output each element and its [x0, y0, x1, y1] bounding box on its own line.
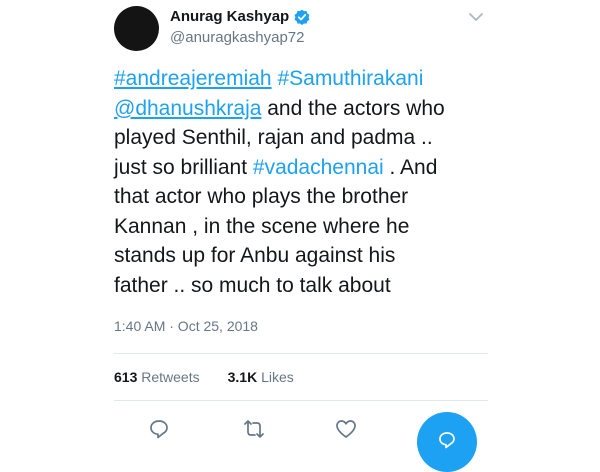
- retweets-count: 613: [114, 369, 138, 385]
- likes-count: 3.1K: [227, 369, 258, 385]
- tweet-text: #andreajeremiah #Samuthirakani @dhanushkr…: [114, 64, 494, 300]
- tweet-text-segment: . And: [383, 155, 438, 179]
- likes-label: Likes: [257, 369, 294, 385]
- hashtag-link[interactable]: #Samuthirakani: [277, 67, 423, 90]
- hashtag-link[interactable]: #andreajeremiah: [114, 67, 272, 90]
- likes-stat[interactable]: 3.1K Likes: [228, 369, 294, 385]
- compose-icon: [439, 432, 455, 449]
- tweet-text-segment: and the actors who: [261, 96, 445, 120]
- retweets-label: Retweets: [137, 369, 200, 385]
- mention-link[interactable]: @dhanushkraja: [114, 97, 261, 120]
- tweet-text-segment: father .. so much to talk about: [114, 273, 391, 297]
- hashtag-link[interactable]: #vadachennai: [253, 156, 384, 179]
- retweet-icon[interactable]: [241, 418, 267, 440]
- heart-icon[interactable]: [335, 418, 357, 440]
- compose-button[interactable]: [417, 412, 477, 472]
- author-name-row[interactable]: Anurag Kashyap: [170, 8, 310, 25]
- tweet-text-line: just so brilliant #vadachennai . And: [114, 153, 494, 183]
- tweet-text-segment: stands up for Anbu against his: [114, 244, 396, 267]
- tweet-text-segment: Kannan , in the scene where he: [114, 214, 410, 238]
- chevron-down-icon[interactable]: [468, 10, 484, 22]
- tweet-text-line: @dhanushkraja and the actors who: [114, 94, 494, 124]
- author-handle[interactable]: @anuragkashyap72: [170, 29, 305, 46]
- tweet-text-segment: that actor who plays the brother: [114, 185, 409, 208]
- reply-icon[interactable]: [148, 418, 170, 440]
- tweet-stats: 613 Retweets 3.1K Likes: [114, 369, 294, 385]
- tweet-text-line: played Senthil, rajan and padma ..: [114, 123, 494, 153]
- tweet-actions: [0, 418, 600, 442]
- tweet-text-segment: just so brilliant: [114, 155, 253, 179]
- tweet-text-line: Kannan , in the scene where he: [114, 212, 494, 242]
- tweet-text-line: #andreajeremiah #Samuthirakani: [114, 64, 494, 94]
- verified-badge-icon: [294, 9, 310, 25]
- tweet-text-line: stands up for Anbu against his: [114, 241, 494, 271]
- divider: [114, 400, 488, 401]
- tweet-text-line: that actor who plays the brother: [114, 182, 494, 212]
- tweet-text-segment: played Senthil, rajan and padma ..: [114, 126, 433, 149]
- divider: [114, 353, 488, 354]
- retweets-stat[interactable]: 613 Retweets: [114, 369, 200, 385]
- avatar[interactable]: [114, 6, 159, 51]
- tweet-timestamp[interactable]: 1:40 AM · Oct 25, 2018: [114, 318, 258, 334]
- tweet-text-line: father .. so much to talk about: [114, 271, 494, 301]
- author-name[interactable]: Anurag Kashyap: [170, 8, 289, 25]
